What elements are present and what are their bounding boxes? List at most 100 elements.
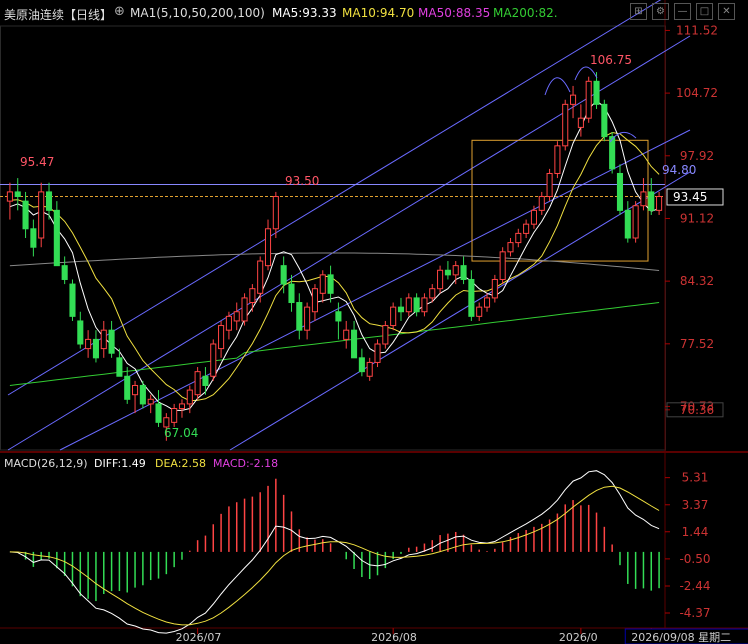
ma5-value: MA5:93.33 <box>272 6 337 20</box>
layout-icon[interactable]: ⊞ <box>630 3 647 20</box>
candle-body <box>77 320 84 345</box>
price-tick-label: 91.12 <box>680 211 714 225</box>
candle-body <box>210 343 217 377</box>
candle-body <box>155 403 162 423</box>
close-icon[interactable]: ✕ <box>718 3 735 20</box>
maximize-icon[interactable]: □ <box>696 3 713 20</box>
ma100-line <box>9 252 660 271</box>
current-price-label: 93.45 <box>673 190 707 204</box>
candle-body <box>202 375 209 386</box>
candle-body <box>546 172 553 198</box>
candle-body <box>38 191 45 239</box>
candle-body <box>343 329 350 340</box>
settings-icon[interactable]: ⚙ <box>652 3 669 20</box>
candle-body <box>233 311 240 322</box>
top-arc <box>544 77 571 96</box>
candle-body <box>53 209 60 267</box>
candle-body <box>171 408 178 423</box>
macd-tick-label: -4.37 <box>679 606 710 620</box>
candle-body <box>132 384 139 396</box>
candle-body <box>296 302 303 331</box>
candle-body <box>413 297 420 313</box>
hline-annotation: 94.80 <box>662 163 696 177</box>
candle-body <box>538 196 545 211</box>
candle-body <box>382 325 389 345</box>
candle-body <box>507 242 514 253</box>
candle-body <box>69 283 76 317</box>
candle-body <box>460 265 467 280</box>
ma-settings-label[interactable]: MA1(5,10,50,200,100) <box>130 6 265 20</box>
macd-tick-label: -2.44 <box>679 579 710 593</box>
ma10-line <box>9 131 660 402</box>
candle-body <box>218 325 225 350</box>
candle-body <box>85 338 92 350</box>
candle-body <box>648 191 655 211</box>
candle-body <box>570 94 577 105</box>
candle-body <box>476 306 483 317</box>
candle-body <box>397 306 405 313</box>
period-label[interactable]: 【日线】 <box>64 6 112 23</box>
candle-body <box>288 283 295 304</box>
low-annotation: 67.04 <box>164 426 198 440</box>
macd-label[interactable]: MACD(26,12,9) <box>4 457 88 470</box>
price-tick-label: 77.52 <box>680 337 714 351</box>
zoom-icon[interactable]: ⊕ <box>114 4 125 19</box>
candle-body <box>585 80 592 119</box>
minimize-icon[interactable]: — <box>674 3 691 20</box>
candle-body <box>593 80 600 105</box>
macd-value: MACD:-2.18 <box>213 457 279 470</box>
candle-body <box>139 384 146 405</box>
candle-body <box>601 103 608 138</box>
macd-dea: DEA:2.58 <box>155 457 206 470</box>
chart-header: 美原油连续 【日线】 ⊕ MA1(5,10,50,200,100) MA5:93… <box>0 0 748 26</box>
ma200-value: MA200:82. <box>493 6 558 20</box>
macd-tick-label: -0.50 <box>679 552 710 566</box>
candle-body <box>241 297 248 322</box>
candle-body <box>429 288 436 299</box>
candle-body <box>366 361 373 377</box>
candle-body <box>390 306 397 327</box>
price-tick-label: 97.92 <box>680 149 714 163</box>
candle-body <box>124 375 131 400</box>
price-panel-frame <box>0 25 666 451</box>
macd-dea-line <box>9 485 660 626</box>
candle-body <box>186 389 193 405</box>
macd-tick-label: 1.44 <box>682 525 709 539</box>
candle-body <box>562 103 569 147</box>
candle-body <box>468 278 475 317</box>
candle-body <box>45 191 53 211</box>
candle-body <box>374 343 381 363</box>
candle-body <box>351 329 358 359</box>
candle-body <box>61 265 68 280</box>
macd-diff: DIFF:1.49 <box>94 457 146 470</box>
candle-body <box>194 371 201 396</box>
high-annotation: 106.75 <box>590 53 632 67</box>
candle-body <box>147 398 154 405</box>
date-label: 2026/07 <box>176 631 222 644</box>
candle-body <box>327 274 334 294</box>
date-label: 2026/08 <box>371 631 417 644</box>
candle-body <box>30 228 37 248</box>
macd-tick-label: 3.37 <box>682 498 709 512</box>
candle-body <box>100 329 107 350</box>
ma10-value: MA10:94.70 <box>342 6 415 20</box>
price-tick-label: 104.72 <box>676 86 718 100</box>
candle-body <box>437 269 444 290</box>
candle-body <box>421 297 428 313</box>
candle-body <box>632 205 639 239</box>
candle-body <box>624 209 631 239</box>
date-label: 2026/09/08 星期二 <box>631 631 731 644</box>
candle-body <box>257 260 264 294</box>
candlestick-chart[interactable]: 111.52104.7297.9291.1284.3277.5270.7370.… <box>0 0 748 644</box>
candle-body <box>311 288 318 313</box>
candle-body <box>444 269 451 276</box>
candle-body <box>656 196 663 211</box>
candle-body <box>92 338 99 359</box>
macd-tick-label: 5.31 <box>682 471 709 485</box>
candle-body <box>108 329 115 354</box>
ma5-line <box>9 100 660 411</box>
top-arc <box>574 66 598 81</box>
candle-body <box>264 228 272 267</box>
candle-body <box>14 191 21 198</box>
date-label: 2026/0 <box>559 631 598 644</box>
